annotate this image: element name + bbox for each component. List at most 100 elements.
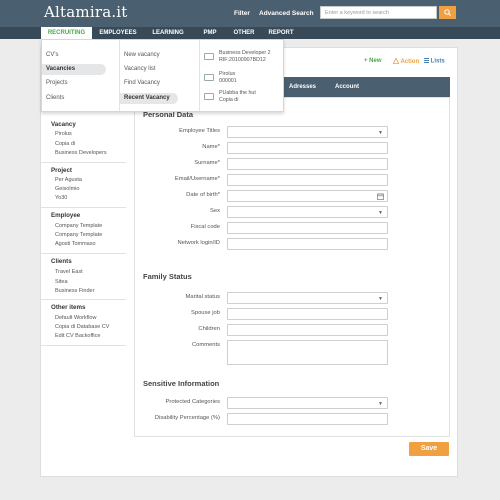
dropdown-column-sections: CV's Vacancies Projects Clients — [42, 40, 114, 111]
divider — [41, 345, 126, 346]
field-label: Comments — [191, 342, 220, 348]
sidebar-item[interactable]: Copia di — [55, 141, 75, 147]
sidebar-title-other-items: Other items — [51, 304, 86, 311]
menu-item-vacancies[interactable]: Vacancies — [42, 64, 106, 75]
lists-button[interactable]: Lists — [424, 58, 445, 65]
section-title-family: Family Status — [143, 272, 192, 281]
sidebar-item[interactable]: Company Template — [55, 223, 102, 229]
nav-learning[interactable]: LEARNING — [146, 27, 190, 39]
menu-item-clients[interactable]: Clients — [42, 93, 64, 104]
dropdown-column-recent: Business Developer 2 RIF:20100907BD12 Pi… — [199, 40, 283, 111]
chevron-down-icon: ▼ — [378, 130, 383, 136]
sidebar-item[interactable]: Copia di Database CV — [55, 324, 109, 330]
sidebar-item[interactable]: Yo30 — [55, 195, 67, 201]
field-label: Protected Categories — [165, 399, 220, 405]
recent-item-title: Pirolus — [219, 71, 236, 77]
sidebar-item[interactable]: Sitea — [55, 279, 68, 285]
nav-other[interactable]: OTHER — [228, 27, 260, 39]
tab-adresses[interactable]: Adresses — [289, 77, 316, 97]
comments-textarea[interactable] — [227, 340, 388, 365]
top-header: Altamira.it Filter Advanced Search Enter… — [0, 0, 500, 27]
chevron-down-icon: ▼ — [378, 401, 383, 407]
menu-item-new-vacancy[interactable]: New vacancy — [120, 50, 160, 61]
marital-status-select[interactable]: ▼ — [227, 292, 388, 304]
chevron-down-icon: ▼ — [378, 296, 383, 302]
fiscal-code-field[interactable] — [227, 222, 388, 234]
save-button[interactable]: Save — [409, 442, 449, 456]
card-icon — [204, 74, 214, 81]
sidebar-item[interactable]: Business Finder — [55, 288, 94, 294]
field-label: Children — [198, 326, 220, 332]
disability-percentage-field[interactable] — [227, 413, 388, 425]
section-title-sensitive: Sensitive Information — [143, 379, 220, 388]
sidebar-title-employee: Employee — [51, 212, 81, 219]
divider — [41, 162, 126, 163]
app-logo[interactable]: Altamira.it — [44, 3, 128, 21]
field-label: Surname* — [194, 160, 220, 166]
sidebar-title-vacancy: Vacancy — [51, 121, 76, 128]
employee-title-select[interactable]: ▼ — [227, 126, 388, 138]
field-label: Employee Titles — [179, 128, 220, 134]
field-label: Disability Percentage (%) — [154, 415, 220, 421]
advanced-search-link[interactable]: Advanced Search — [259, 10, 314, 17]
lists-label: Lists — [430, 58, 445, 65]
sidebar-item[interactable]: Travel East — [55, 269, 83, 275]
menu-item-vacancy-list[interactable]: Vacancy list — [120, 64, 156, 75]
recruiting-dropdown: CV's Vacancies Projects Clients New vaca… — [41, 39, 284, 112]
filter-link[interactable]: Filter — [234, 10, 250, 17]
card-icon — [204, 93, 214, 100]
sidebar-item[interactable]: Geisolmio — [55, 186, 79, 192]
search-button[interactable] — [439, 6, 456, 19]
new-button[interactable]: + New — [364, 58, 382, 64]
field-label: Sex — [210, 208, 220, 214]
sidebar-item[interactable]: Business Developers — [55, 150, 107, 156]
sidebar-item[interactable]: Company Template — [55, 232, 102, 238]
action-button[interactable]: Action — [392, 57, 420, 65]
nav-report[interactable]: REPORT — [263, 27, 299, 39]
sidebar-item[interactable]: Default Workflow — [55, 315, 96, 321]
sidebar-item[interactable]: Per Agusta — [55, 177, 82, 183]
field-label: Network login/ID — [177, 240, 220, 246]
field-label: Spouse job — [190, 310, 220, 316]
protected-categories-select[interactable]: ▼ — [227, 397, 388, 409]
menu-item-recent-vacancy[interactable]: Recent Vacancy — [120, 93, 178, 104]
field-label: Name* — [202, 144, 220, 150]
nav-recruiting[interactable]: RECRUITING — [41, 27, 92, 39]
date-of-birth-field[interactable] — [227, 190, 388, 202]
sex-select[interactable]: ▼ — [227, 206, 388, 218]
recent-item-subtitle: RIF:20100907BD12 — [219, 57, 266, 63]
sidebar-title-project: Project — [51, 167, 72, 174]
menu-item-cvs[interactable]: CV's — [42, 50, 58, 61]
field-label: Fiscal code — [190, 224, 220, 230]
email-field[interactable] — [227, 174, 388, 186]
sidebar-item[interactable]: Agosti Tommaso — [55, 241, 96, 247]
warning-icon — [392, 57, 400, 64]
sidebar-item[interactable]: Edit CV Backoffice — [55, 333, 100, 339]
action-label: Action — [400, 59, 420, 65]
recent-item-subtitle: Copia di — [219, 97, 239, 103]
field-label: Date of birth* — [186, 192, 220, 198]
menu-item-find-vacancy[interactable]: Find Vacancy — [120, 78, 160, 89]
calendar-icon[interactable] — [377, 193, 384, 200]
network-login-field[interactable] — [227, 238, 388, 250]
menu-item-projects[interactable]: Projects — [42, 78, 68, 89]
nav-employees[interactable]: EMPLOYEES — [94, 27, 142, 39]
divider — [41, 299, 126, 300]
search-input[interactable]: Enter a keyword to search — [320, 6, 437, 19]
field-label: Email/Username* — [174, 176, 220, 182]
children-field[interactable] — [227, 324, 388, 336]
recent-item-title: Business Developer 2 — [219, 50, 271, 56]
surname-field[interactable] — [227, 158, 388, 170]
name-field[interactable] — [227, 142, 388, 154]
tab-account[interactable]: Account — [335, 77, 359, 97]
card-icon — [204, 53, 214, 60]
chevron-down-icon: ▼ — [378, 210, 383, 216]
sidebar-title-clients: Clients — [51, 258, 72, 265]
search-icon — [444, 9, 451, 16]
main-nav: RECRUITING EMPLOYEES LEARNING PMP OTHER … — [0, 27, 500, 39]
divider — [41, 207, 126, 208]
nav-pmp[interactable]: PMP — [195, 27, 225, 39]
field-label: Marital status — [185, 294, 220, 300]
spouse-job-field[interactable] — [227, 308, 388, 320]
sidebar-item[interactable]: Pirolus — [55, 131, 72, 137]
